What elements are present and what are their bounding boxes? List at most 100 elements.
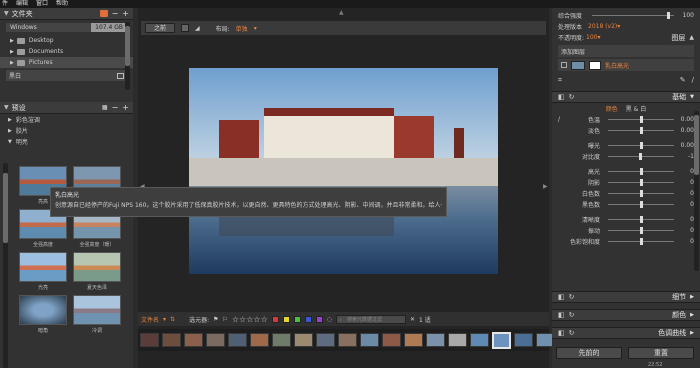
chevron-down-icon[interactable]: ▾: [597, 34, 600, 41]
reject-flag-icon[interactable]: ⚐: [222, 316, 227, 323]
film-thumb[interactable]: [382, 333, 401, 347]
chevron-down-icon[interactable]: ▾: [254, 25, 257, 32]
blacks-slider[interactable]: [608, 201, 674, 208]
eye-icon[interactable]: [561, 62, 567, 68]
preset-category[interactable]: ▶ 胶片: [0, 125, 133, 136]
film-thumb[interactable]: [206, 333, 225, 347]
compare-icon[interactable]: [181, 24, 190, 32]
film-thumb[interactable]: [250, 333, 269, 347]
preset-category[interactable]: ▶ 彩色渲调: [0, 114, 133, 125]
reset-button[interactable]: 重置: [628, 347, 694, 359]
color-label-green[interactable]: [293, 315, 301, 323]
rating-stars[interactable]: ☆☆☆☆☆: [232, 315, 268, 324]
folders-header[interactable]: ▼ 文件夹 − +: [0, 8, 133, 20]
main-photo[interactable]: [189, 68, 498, 274]
details-header[interactable]: ◧ ↻ 细节 ▶: [552, 291, 700, 303]
sort-order-icon[interactable]: ⇅: [170, 316, 175, 323]
collapse-icon[interactable]: ▼: [4, 10, 9, 17]
reset-icon[interactable]: ↻: [569, 93, 575, 101]
color-label-red[interactable]: [271, 315, 279, 323]
opacity-value[interactable]: 100: [586, 34, 597, 41]
top-arrow-icon[interactable]: ▲: [339, 9, 344, 16]
film-thumb[interactable]: [448, 333, 467, 347]
film-thumb[interactable]: [514, 333, 533, 347]
collapse-icon[interactable]: ▼: [4, 104, 9, 111]
film-thumb[interactable]: [184, 333, 203, 347]
film-thumb[interactable]: [272, 333, 291, 347]
curves-header[interactable]: ◧ ↻ 色调曲线 ▶: [552, 327, 700, 339]
whites-slider[interactable]: [608, 190, 674, 197]
add-layer-row[interactable]: 添加图层: [558, 45, 694, 57]
layer-row[interactable]: 乳白高光: [558, 59, 694, 71]
folder-color-icon[interactable]: [99, 10, 108, 17]
preset-thumb[interactable]: 暗角: [18, 295, 68, 337]
drive-row[interactable]: Windows 107.4 GB: [6, 22, 127, 33]
minus-icon[interactable]: −: [112, 103, 119, 112]
toggle-icon[interactable]: ◧: [558, 329, 565, 337]
expand-icon[interactable]: ▶: [690, 294, 694, 300]
expand-icon[interactable]: ▶: [690, 312, 694, 318]
plus-icon[interactable]: +: [122, 103, 129, 112]
preset-thumb[interactable]: 光亮: [18, 252, 68, 294]
folder-pictures[interactable]: ▶ Pictures: [0, 57, 133, 68]
film-thumb-selected[interactable]: [492, 331, 511, 349]
engine-dropdown[interactable]: 2018 (v2): [588, 23, 617, 30]
window-icon[interactable]: [117, 72, 124, 79]
color-header[interactable]: ◧ ↻ 颜色 ▶: [552, 309, 700, 321]
menu-edit[interactable]: 编辑: [16, 0, 28, 8]
vibrance-slider[interactable]: [608, 227, 674, 234]
folder-desktop[interactable]: ▶ Desktop: [0, 35, 133, 46]
reset-icon[interactable]: ↻: [569, 293, 575, 301]
folder-documents[interactable]: ▶ Documents: [0, 46, 133, 57]
reset-icon[interactable]: ↻: [569, 311, 575, 319]
saturation-slider[interactable]: [608, 238, 674, 245]
film-thumb[interactable]: [140, 333, 159, 347]
reset-icon[interactable]: ↻: [569, 329, 575, 337]
before-button[interactable]: 之前: [145, 23, 176, 33]
collapse-icon[interactable]: ▲: [689, 34, 694, 41]
exposure-slider[interactable]: [608, 142, 674, 149]
film-thumb[interactable]: [316, 333, 335, 347]
preset-category[interactable]: ▼ 明亮: [0, 136, 133, 147]
pen-icon[interactable]: ∕: [692, 76, 694, 84]
toggle-icon[interactable]: ◧: [558, 293, 565, 301]
color-label-purple[interactable]: [315, 315, 323, 323]
folders-scrollbar[interactable]: [125, 22, 130, 90]
favorite-row[interactable]: 黑白: [6, 70, 127, 81]
sort-dropdown[interactable]: 文件名: [141, 315, 159, 324]
highlights-slider[interactable]: [608, 168, 674, 175]
collapse-icon[interactable]: ▼: [690, 94, 694, 100]
film-thumb[interactable]: [360, 333, 379, 347]
minus-icon[interactable]: −: [112, 9, 119, 18]
film-thumb[interactable]: [404, 333, 423, 347]
menu-window[interactable]: 窗口: [36, 0, 48, 8]
clarity-slider[interactable]: [608, 216, 674, 223]
brush-icon[interactable]: ✎: [680, 76, 686, 84]
tint-slider[interactable]: [608, 127, 674, 134]
preset-thumb[interactable]: 夏天色泽: [72, 252, 122, 294]
film-thumb[interactable]: [338, 333, 357, 347]
shadows-slider[interactable]: [608, 179, 674, 186]
expand-icon[interactable]: ▶: [690, 330, 694, 336]
plus-icon[interactable]: +: [122, 9, 129, 18]
menu-help[interactable]: 帮助: [56, 0, 68, 8]
contrast-slider[interactable]: [608, 153, 674, 160]
clear-icon[interactable]: ✕: [410, 316, 415, 323]
menu-file[interactable]: 件: [2, 0, 8, 8]
temperature-slider[interactable]: [608, 116, 674, 123]
grid-view-icon[interactable]: ▦: [102, 104, 108, 111]
presets-scrollbar[interactable]: [3, 163, 8, 368]
previous-button[interactable]: 先前的: [556, 347, 622, 359]
basic-header[interactable]: ◧ ↻ 基础 ▼: [552, 91, 700, 103]
chevron-down-icon[interactable]: ▾: [163, 316, 166, 323]
film-thumb[interactable]: [426, 333, 445, 347]
split-icon[interactable]: ◢: [195, 25, 200, 32]
right-arrow-icon[interactable]: ▶: [543, 183, 548, 190]
tab-color[interactable]: 颜色: [606, 104, 618, 113]
tab-bw[interactable]: 黑 & 白: [626, 104, 647, 113]
film-thumb[interactable]: [228, 333, 247, 347]
preset-thumb[interactable]: 冷调: [72, 295, 122, 337]
crop-icon[interactable]: ⌗: [558, 76, 562, 85]
chevron-down-icon[interactable]: ▾: [617, 23, 620, 30]
film-thumb[interactable]: [162, 333, 181, 347]
